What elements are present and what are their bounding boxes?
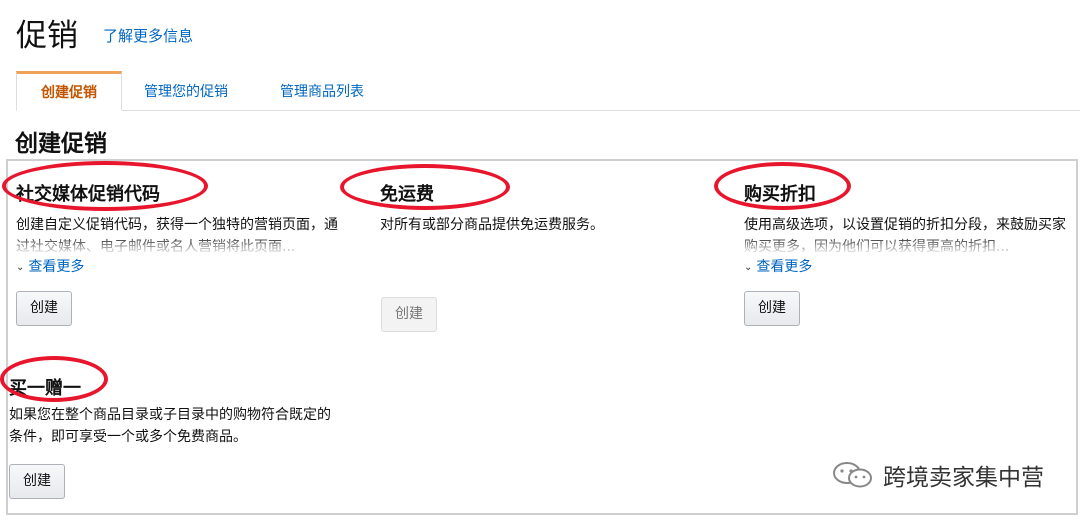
see-more-label: 查看更多 bbox=[28, 259, 85, 275]
watermark-text: 跨境卖家集中营 bbox=[883, 465, 1044, 491]
card-title: 购买折扣 bbox=[744, 184, 816, 205]
see-more-label: 查看更多 bbox=[756, 259, 813, 275]
learn-more-link[interactable]: 了解更多信息 bbox=[103, 25, 193, 46]
page-title: 促销 bbox=[16, 18, 78, 54]
create-free-shipping-button[interactable]: 创建 bbox=[381, 297, 437, 332]
card-description: 如果您在整个商品目录或子目录中的购物符合既定的条件，即可享受一个或多个免费商品。 bbox=[9, 407, 331, 445]
chevron-down-icon: ⌄ bbox=[16, 262, 25, 273]
see-more-link[interactable]: ⌄ 查看更多 bbox=[744, 256, 1074, 276]
create-social-media-promo-button[interactable]: 创建 bbox=[16, 291, 72, 326]
card-description: 创建自定义促销代码，获得一个独特的营销页面，通过社交媒体、电子邮件或名人营销将此… bbox=[16, 217, 338, 252]
tab-bar: 创建促销 管理您的促销 管理商品列表 bbox=[16, 71, 1080, 111]
create-buy-one-get-one-button[interactable]: 创建 bbox=[9, 464, 65, 499]
tab-manage-product-lists[interactable]: 管理商品列表 bbox=[280, 71, 364, 111]
card-description: 使用高级选项，以设置促销的折扣分段，来鼓励买家购买更多，因为他们可以获得更高的折… bbox=[744, 217, 1066, 252]
wechat-icon bbox=[833, 462, 872, 488]
section-title: 创建促销 bbox=[15, 131, 107, 157]
see-more-link[interactable]: ⌄ 查看更多 bbox=[16, 256, 346, 276]
tab-manage-promotions[interactable]: 管理您的促销 bbox=[144, 71, 228, 111]
card-buy-one-get-one: 买一赠一 如果您在整个商品目录或子目录中的购物符合既定的条件，即可享受一个或多个… bbox=[9, 374, 344, 448]
card-description: 对所有或部分商品提供免运费服务。 bbox=[380, 217, 604, 233]
card-free-shipping: 免运费 对所有或部分商品提供免运费服务。 bbox=[380, 180, 700, 236]
card-social-media-promo: 社交媒体促销代码 创建自定义促销代码，获得一个独特的营销页面，通过社交媒体、电子… bbox=[16, 180, 346, 276]
card-title: 免运费 bbox=[380, 184, 434, 205]
tab-create-promotion[interactable]: 创建促销 bbox=[16, 71, 122, 111]
create-purchase-discount-button[interactable]: 创建 bbox=[744, 291, 800, 326]
card-title: 买一赠一 bbox=[9, 378, 81, 399]
card-title: 社交媒体促销代码 bbox=[16, 184, 160, 205]
chevron-down-icon: ⌄ bbox=[744, 262, 753, 273]
card-purchase-discount: 购买折扣 使用高级选项，以设置促销的折扣分段，来鼓励买家购买更多，因为他们可以获… bbox=[744, 180, 1074, 276]
watermark: 跨境卖家集中营 bbox=[831, 458, 1044, 492]
